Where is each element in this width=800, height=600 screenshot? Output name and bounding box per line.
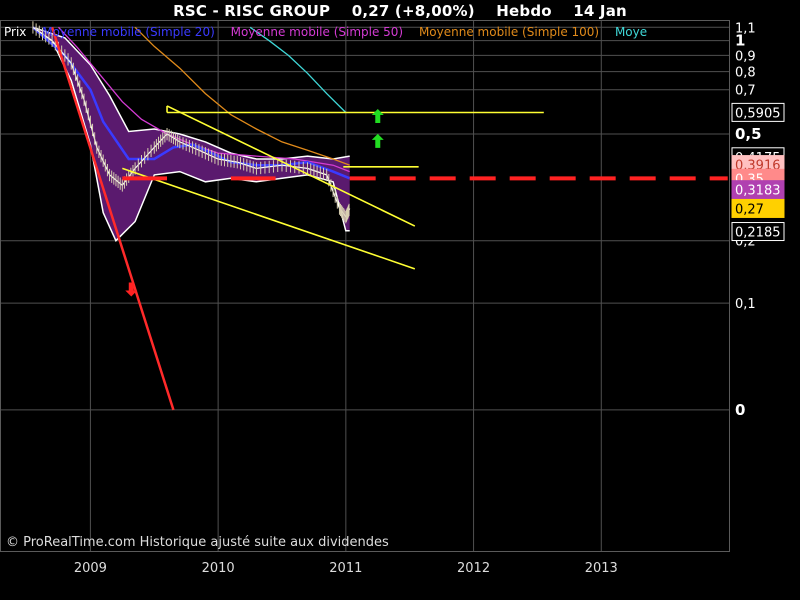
y-tick-label: 0,8 [735,66,756,81]
y-tick-label: 0,1 [735,297,756,312]
value-label: 0,27 [735,202,764,217]
y-tick-label: 0,9 [735,49,756,64]
trend-line [50,26,175,411]
legend-item-ma50: Moyenne mobile (Simple 50) [230,25,404,39]
x-tick-label: 2012 [457,561,490,576]
trend-line [122,167,416,270]
source-credit: © ProRealTime.com Historique ajusté suit… [6,535,389,550]
y-tick-label: 0 [735,401,745,419]
legend-item-prix: Prix [4,25,27,39]
arrow-up-icon [371,133,384,148]
y-tick-label: 0,5 [735,125,762,143]
legend: Prix Moyenne mobile (Simple 20) Moyenne … [4,25,726,43]
legend-item-moye: Moye [614,25,648,39]
legend-item-ma100: Moyenne mobile (Simple 100) [418,25,600,39]
value-label: 0,5905 [735,106,781,121]
x-tick-label: 2010 [202,561,235,576]
chart-canvas[interactable]: 1,110,90,80,70,50,20,102009 2010 2011 2012 2… [0,0,800,600]
value-label: 0,2185 [735,226,781,241]
x-tick-label: 2009 [74,561,107,576]
x-tick-label: 2013 [585,561,618,576]
value-label: 0,3183 [735,184,781,199]
arrow-up-icon [371,109,384,124]
legend-item-ma20: Moyenne mobile (Simple 20) [42,25,215,39]
y-tick-label: 0,7 [735,84,756,99]
x-tick-label: 2011 [329,561,362,576]
y-tick-label: 1 [735,32,745,50]
